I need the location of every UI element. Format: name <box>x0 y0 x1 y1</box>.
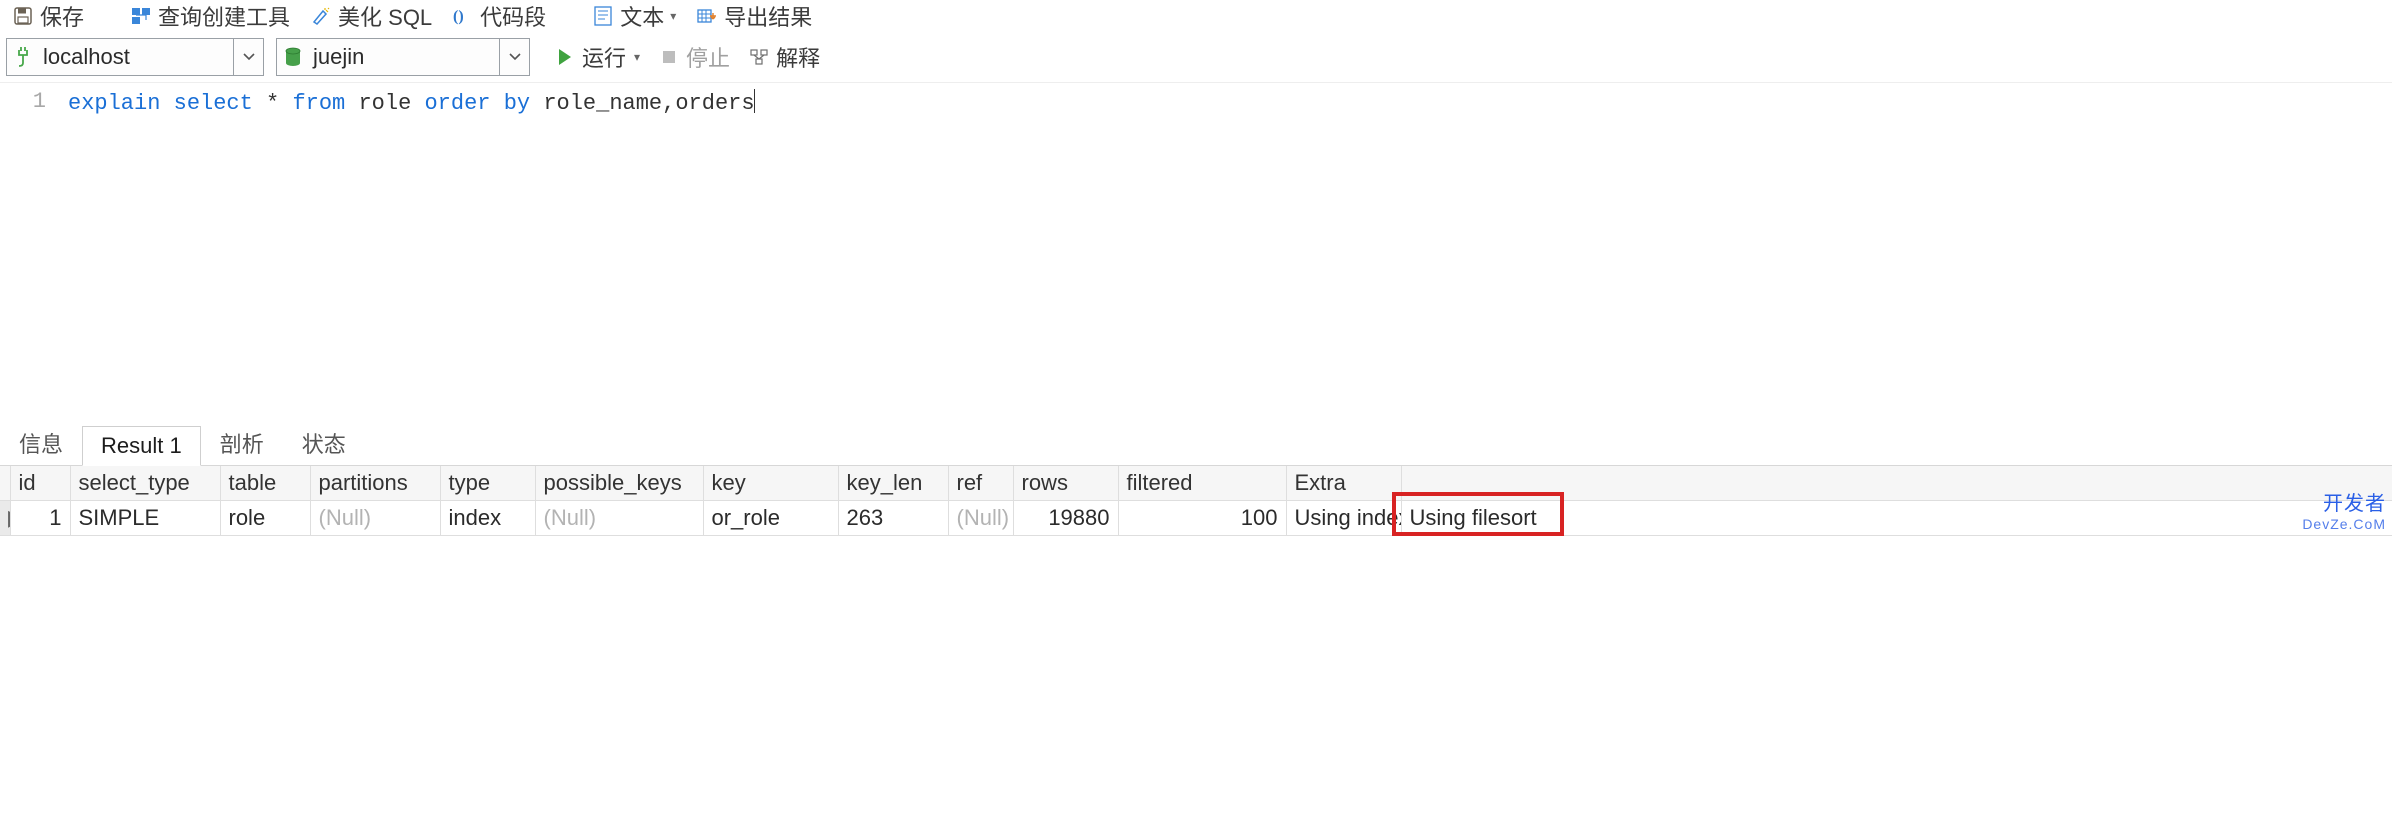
cell-rows[interactable]: 19880 <box>1013 501 1118 536</box>
table-row[interactable]: ▶1SIMPLErole(Null)index(Null)or_role263(… <box>0 501 2392 536</box>
explain-label: 解释 <box>776 41 820 73</box>
col-key_len[interactable]: key_len <box>838 466 948 501</box>
cell-ref[interactable]: (Null) <box>948 501 1013 536</box>
grid-corner <box>0 466 10 501</box>
export-button[interactable]: 导出结果 <box>690 0 818 32</box>
editor-code[interactable]: explain select * from role order by role… <box>60 83 2392 424</box>
col-partitions[interactable]: partitions <box>310 466 440 501</box>
chevron-down-icon[interactable] <box>233 39 263 75</box>
database-icon <box>277 39 309 75</box>
result-grid-wrapper: idselect_typetablepartitionstypepossible… <box>0 466 2392 536</box>
svg-text:(): () <box>453 8 464 25</box>
kw-select: select <box>174 91 253 116</box>
query-builder-icon <box>130 5 152 27</box>
connection-value: localhost <box>39 44 233 70</box>
result-grid[interactable]: idselect_typetablepartitionstypepossible… <box>0 466 2392 536</box>
snippet-icon: () <box>452 5 474 27</box>
col-filtered[interactable]: filtered <box>1118 466 1286 501</box>
tab-status[interactable]: 状态 <box>283 420 365 466</box>
run-label: 运行 <box>582 41 626 73</box>
kw-order: order <box>424 91 490 116</box>
query-builder-button[interactable]: 查询创建工具 <box>124 0 296 32</box>
sql-editor[interactable]: 1 explain select * from role order by ro… <box>0 82 2392 424</box>
stop-label: 停止 <box>686 41 730 73</box>
kw-explain: explain <box>68 91 160 116</box>
plug-icon <box>7 39 39 75</box>
beautify-sql-button[interactable]: 美化 SQL <box>304 0 438 32</box>
database-value: juejin <box>309 44 499 70</box>
cell-possible_keys[interactable]: (Null) <box>535 501 703 536</box>
cell-Extra[interactable]: Using index <box>1286 501 1401 536</box>
col-table[interactable]: table <box>220 466 310 501</box>
tok-table: role <box>358 91 411 116</box>
run-button[interactable]: 运行 ▾ <box>548 41 646 73</box>
text-label: 文本 <box>620 0 664 32</box>
cell-id[interactable]: 1 <box>10 501 70 536</box>
tab-result1[interactable]: Result 1 <box>82 426 201 466</box>
query-builder-label: 查询创建工具 <box>158 0 290 32</box>
database-select[interactable]: juejin <box>276 38 530 76</box>
col-ref[interactable]: ref <box>948 466 1013 501</box>
col-key[interactable]: key <box>703 466 838 501</box>
run-dropdown-icon[interactable]: ▾ <box>634 50 640 64</box>
stop-icon <box>658 46 680 68</box>
tok-cols: role_name,orders <box>543 91 754 116</box>
col-Extra[interactable]: Extra <box>1286 466 1401 501</box>
cell-type[interactable]: index <box>440 501 535 536</box>
kw-from: from <box>292 91 345 116</box>
tab-info[interactable]: 信息 <box>0 420 82 466</box>
cell-table[interactable]: role <box>220 501 310 536</box>
toolbar-top: 保存 查询创建工具 美化 SQL () 代码段 文本 ▾ 导出结果 <box>0 0 2392 32</box>
cell-select_type[interactable]: SIMPLE <box>70 501 220 536</box>
save-button[interactable]: 保存 <box>6 0 90 32</box>
mid-actions: 运行 ▾ 停止 解释 <box>548 41 826 73</box>
export-label: 导出结果 <box>724 0 812 32</box>
save-label: 保存 <box>40 0 84 32</box>
col-id[interactable]: id <box>10 466 70 501</box>
text-icon <box>592 5 614 27</box>
snippet-label: 代码段 <box>480 0 546 32</box>
editor-gutter: 1 <box>0 83 60 424</box>
stop-button: 停止 <box>652 41 736 73</box>
save-icon <box>12 5 34 27</box>
cell-key[interactable]: or_role <box>703 501 838 536</box>
play-icon <box>554 46 576 68</box>
explain-icon <box>748 46 770 68</box>
beautify-label: 美化 SQL <box>338 0 432 32</box>
tab-profile[interactable]: 剖析 <box>201 420 283 466</box>
tok-star: * <box>266 91 279 116</box>
cell-key_len[interactable]: 263 <box>838 501 948 536</box>
cell-partitions[interactable]: (Null) <box>310 501 440 536</box>
text-cursor <box>754 89 755 113</box>
cell-filtered[interactable]: 100 <box>1118 501 1286 536</box>
beautify-icon <box>310 5 332 27</box>
export-icon <box>696 5 718 27</box>
row-handle[interactable]: ▶ <box>0 501 10 536</box>
line-number: 1 <box>33 89 46 114</box>
kw-by: by <box>504 91 530 116</box>
col-select_type[interactable]: select_type <box>70 466 220 501</box>
cell-Extra2[interactable]: Using filesort <box>1401 501 2392 536</box>
col-possible_keys[interactable]: possible_keys <box>535 466 703 501</box>
snippet-button[interactable]: () 代码段 <box>446 0 552 32</box>
col-type[interactable]: type <box>440 466 535 501</box>
col-rows[interactable]: rows <box>1013 466 1118 501</box>
toolbar-mid: localhost juejin 运行 ▾ 停止 解释 <box>0 32 2392 82</box>
text-dropdown-icon: ▾ <box>670 9 676 23</box>
chevron-down-icon[interactable] <box>499 39 529 75</box>
result-tabs: 信息 Result 1 剖析 状态 <box>0 424 2392 466</box>
col-Extra2[interactable] <box>1401 466 2392 501</box>
explain-button[interactable]: 解释 <box>742 41 826 73</box>
text-button[interactable]: 文本 ▾ <box>586 0 682 32</box>
connection-select[interactable]: localhost <box>6 38 264 76</box>
